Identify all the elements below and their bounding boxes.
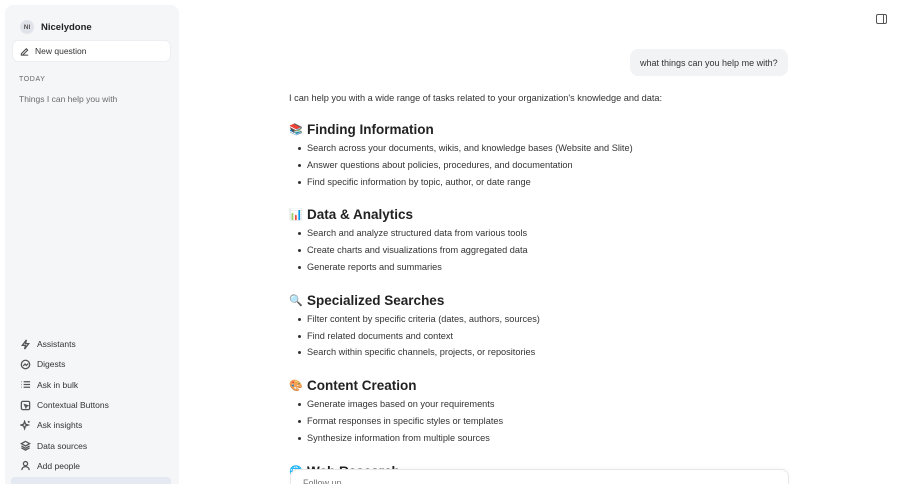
list-item: Search within specific channels, project… [289, 344, 789, 361]
sidebar-item-label: Contextual Buttons [37, 400, 109, 411]
workspace-name: Nicelydone [41, 21, 92, 33]
list-item: Format responses in specific styles or t… [289, 413, 789, 430]
bar-chart-icon: 📊 [289, 208, 303, 222]
sidebar-item-label: Ask insights [37, 420, 83, 431]
sidebar-item-label: Ask in bulk [37, 379, 79, 390]
layers-icon [20, 440, 31, 451]
answer-section: 🎨 Content Creation Generate images based … [289, 377, 789, 446]
list-item: Filter content by specific criteria (dat… [289, 311, 789, 328]
list-item: Synthesize information from multiple sou… [289, 430, 789, 447]
sidebar-item-label: Digests [37, 359, 66, 370]
contextual-button-icon [20, 400, 31, 410]
section-title: Finding Information [307, 122, 434, 137]
list-item: Create charts and visualizations from ag… [289, 242, 789, 259]
answer-section: 📊 Data & Analytics Search and analyze str… [289, 206, 789, 275]
sparkle-icon [20, 419, 31, 431]
answer-section: 🔍 Specialized Searches Filter content by … [289, 292, 789, 361]
sidebar: NI Nicelydone New question TODAY Things … [5, 5, 179, 484]
list-item: Find specific information by topic, auth… [289, 174, 789, 191]
new-question-button[interactable]: New question [13, 41, 170, 61]
section-title: Specialized Searches [307, 292, 445, 308]
sidebar-item-contextual-buttons[interactable]: Contextual Buttons [15, 395, 175, 415]
panel-toggle-icon[interactable] [876, 14, 887, 24]
list-icon [21, 381, 31, 389]
history-section-label: TODAY [19, 76, 46, 83]
edit-icon [20, 47, 29, 56]
list-item: Search and analyze structured data from … [289, 225, 789, 242]
assistant-answer: I can help you with a wide range of task… [289, 92, 789, 480]
follow-up-input[interactable] [303, 478, 603, 484]
list-item: Search across your documents, wikis, and… [289, 140, 789, 157]
bullet-list: Search across your documents, wikis, and… [289, 140, 789, 190]
section-title: Content Creation [307, 378, 417, 394]
bullet-list: Generate images based on your requiremen… [289, 396, 789, 446]
magnifier-icon: 🔍 [289, 293, 303, 307]
lightning-icon [21, 339, 30, 350]
sidebar-item-assistants[interactable]: Assistants [15, 334, 175, 354]
new-question-label: New question [35, 46, 87, 56]
list-item: Answer questions about policies, procedu… [289, 157, 789, 174]
sidebar-footer-item[interactable] [11, 477, 171, 484]
history-item[interactable]: Things I can help you with [19, 94, 117, 104]
sidebar-item-ask-in-bulk[interactable]: Ask in bulk [15, 375, 175, 395]
answer-section: 📚 Finding Information Search across your … [289, 121, 789, 190]
list-item: Generate images based on your requiremen… [289, 396, 789, 413]
bullet-list: Search and analyze structured data from … [289, 225, 789, 275]
sidebar-item-label: Add people [37, 460, 81, 471]
section-heading: 🔍 Specialized Searches [289, 292, 789, 309]
person-icon [21, 461, 30, 471]
workspace-switcher[interactable]: NI Nicelydone [20, 15, 92, 39]
sidebar-item-data-sources[interactable]: Data sources [15, 435, 175, 455]
sidebar-item-add-people[interactable]: Add people [15, 456, 175, 476]
bullet-list: Filter content by specific criteria (dat… [289, 311, 789, 361]
sidebar-item-ask-insights[interactable]: Ask insights [15, 415, 175, 435]
sidebar-item-label: Data sources [37, 440, 88, 451]
sidebar-nav: Assistants Digests Ask in bulk Contextua… [15, 334, 175, 476]
section-title: Data & Analytics [307, 207, 414, 223]
section-heading: 📚 Finding Information [289, 121, 789, 138]
digest-icon [20, 359, 31, 370]
section-heading: 🎨 Content Creation [289, 377, 789, 394]
list-item: Generate reports and summaries [289, 259, 789, 276]
user-message-bubble: what things can you help me with? [630, 49, 788, 76]
answer-intro: I can help you with a wide range of task… [289, 93, 663, 103]
composer [290, 469, 789, 484]
sidebar-item-label: Assistants [37, 339, 76, 350]
list-item: Find related documents and context [289, 328, 789, 345]
sidebar-item-digests[interactable]: Digests [15, 354, 175, 374]
books-icon: 📚 [289, 123, 303, 136]
palette-icon: 🎨 [289, 379, 303, 393]
workspace-avatar: NI [20, 20, 34, 34]
section-heading: 📊 Data & Analytics [289, 206, 789, 223]
